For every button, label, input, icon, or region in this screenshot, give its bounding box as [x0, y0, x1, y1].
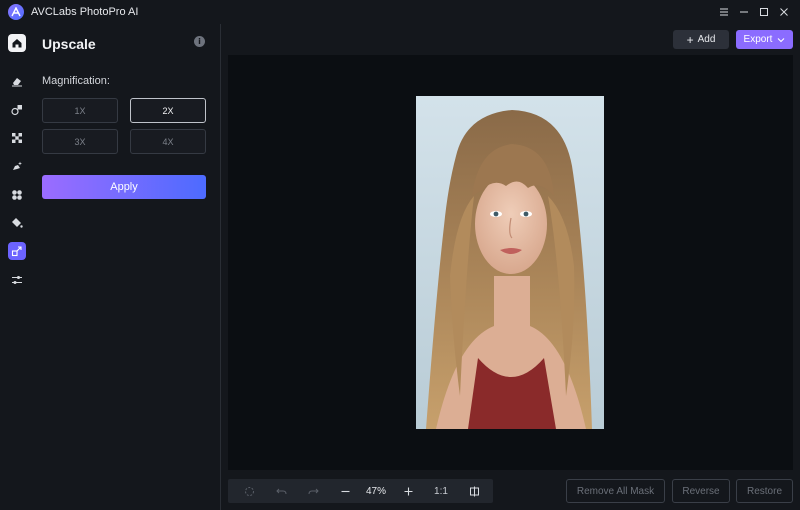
sidebar-item-colorize[interactable] — [8, 214, 26, 232]
add-label: Add — [697, 34, 716, 45]
select-icon[interactable] — [241, 483, 257, 499]
plus-icon: + — [686, 32, 694, 47]
portrait-photo — [416, 96, 604, 429]
export-button[interactable]: Export — [736, 30, 793, 49]
image-canvas[interactable] — [228, 55, 793, 470]
panel-title: Upscale — [42, 36, 96, 52]
pattern-icon — [12, 133, 22, 143]
sidebar-item-blur[interactable] — [8, 186, 26, 204]
home-icon — [12, 39, 22, 48]
sidebar-item-replace[interactable] — [8, 101, 26, 119]
app-logo-icon — [8, 4, 24, 20]
sidebar-item-remove-background[interactable] — [8, 129, 26, 147]
shapes-icon — [11, 105, 22, 116]
magnification-label: Magnification: — [42, 75, 110, 87]
info-icon[interactable]: i — [194, 36, 205, 47]
remove-all-mask-button[interactable]: Remove All Mask — [566, 479, 665, 503]
minimize-icon[interactable] — [736, 4, 752, 20]
zoom-in-icon[interactable] — [400, 483, 416, 499]
upscale-panel: Upscale i Magnification: 1X 2X 3X 4X App… — [34, 24, 220, 510]
view-toolbar: 47% 1:1 — [228, 479, 493, 503]
sidebar-item-upscale[interactable] — [8, 242, 26, 260]
sidebar-item-home[interactable] — [8, 34, 26, 52]
sliders-icon — [12, 276, 22, 284]
magnification-option-3x[interactable]: 3X — [42, 129, 118, 154]
menu-icon[interactable] — [716, 4, 732, 20]
restore-button[interactable]: Restore — [736, 479, 793, 503]
zoom-out-icon[interactable] — [337, 483, 353, 499]
export-label: Export — [743, 34, 773, 45]
paint-bucket-icon — [12, 218, 23, 228]
magnification-option-2x[interactable]: 2X — [130, 98, 206, 123]
undo-icon[interactable] — [273, 483, 289, 499]
sidebar-item-enhance[interactable] — [8, 157, 26, 175]
fan-icon — [12, 190, 22, 200]
compare-icon[interactable] — [466, 483, 482, 499]
magnification-option-4x[interactable]: 4X — [130, 129, 206, 154]
sidebar-item-object-remover[interactable] — [8, 72, 26, 90]
redo-icon[interactable] — [305, 483, 321, 499]
close-icon[interactable] — [776, 4, 792, 20]
eraser-icon — [12, 78, 22, 87]
add-button[interactable]: + Add — [673, 30, 729, 49]
apply-button[interactable]: Apply — [42, 175, 206, 199]
panel-divider — [220, 24, 221, 510]
magnification-option-1x[interactable]: 1X — [42, 98, 118, 123]
reverse-button[interactable]: Reverse — [672, 479, 730, 503]
maximize-icon[interactable] — [756, 4, 772, 20]
tool-rail — [0, 24, 34, 510]
app-title: AVCLabs PhotoPro AI — [31, 6, 139, 18]
upscale-icon — [11, 246, 22, 257]
sidebar-item-adjust[interactable] — [8, 271, 26, 289]
zoom-level: 47% — [365, 485, 386, 497]
chevron-down-icon — [778, 37, 785, 42]
actual-size-button[interactable]: 1:1 — [431, 483, 451, 499]
title-bar: AVCLabs PhotoPro AI — [0, 0, 800, 24]
spark-person-icon — [13, 161, 22, 170]
